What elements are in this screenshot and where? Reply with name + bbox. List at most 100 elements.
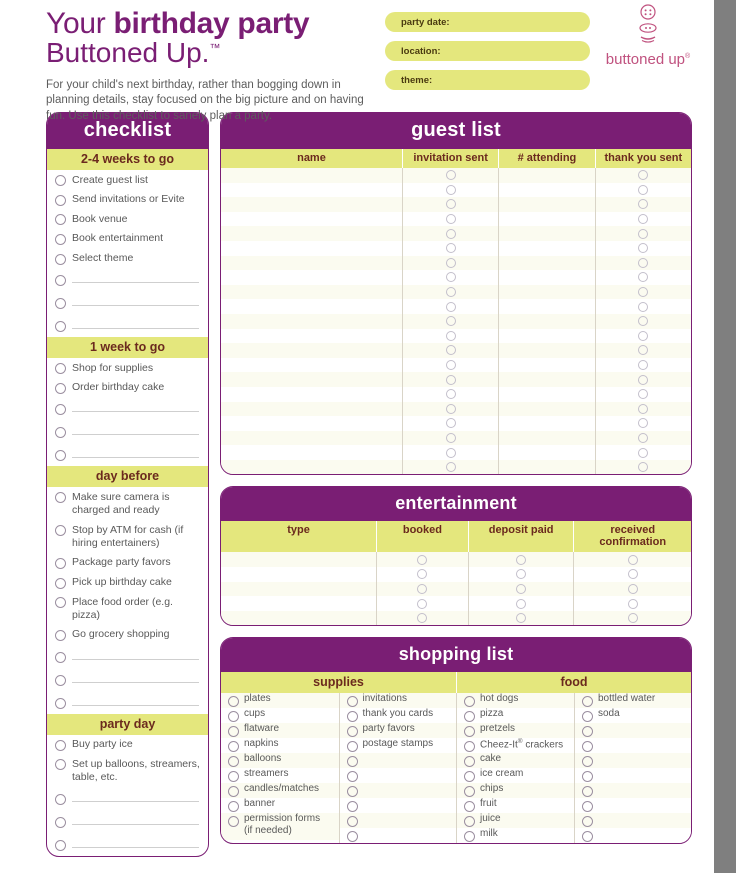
shopping-item[interactable]: thank you cards [339,708,456,724]
checkbox-circle-icon[interactable] [582,711,593,723]
checkbox-circle-icon[interactable] [582,756,593,768]
checkbox-circle-icon[interactable] [445,170,456,181]
table-cell[interactable] [498,197,594,212]
table-cell[interactable] [594,445,691,460]
checklist-blank-item[interactable] [47,810,208,833]
table-cell[interactable] [498,240,594,256]
checkbox-circle-icon[interactable] [464,786,475,798]
checkbox-circle-icon[interactable] [55,651,66,663]
checkbox-circle-icon[interactable] [638,403,649,414]
table-cell[interactable] [401,357,498,373]
table-cell[interactable] [594,459,691,475]
table-cell[interactable] [401,284,498,300]
shopping-blank-item[interactable] [339,798,456,814]
table-row[interactable] [221,343,691,358]
checklist-item[interactable]: Place food order (e.g. pizza) [47,592,208,625]
checkbox-circle-icon[interactable] [346,771,358,783]
write-in-line[interactable] [72,838,199,848]
checkbox-circle-icon[interactable] [582,726,593,738]
table-cell[interactable] [573,596,691,611]
table-cell[interactable] [401,416,498,431]
table-cell[interactable] [467,552,574,568]
checkbox-circle-icon[interactable] [445,374,456,385]
checklist-blank-item[interactable] [47,833,208,856]
table-cell[interactable] [498,386,594,402]
checkbox-circle-icon[interactable] [346,786,358,798]
checkbox-circle-icon[interactable] [582,801,593,813]
table-cell[interactable] [221,256,402,271]
table-cell[interactable] [401,182,498,198]
checkbox-circle-icon[interactable] [582,816,593,828]
table-cell[interactable] [221,460,402,475]
table-row[interactable] [221,240,691,256]
table-cell[interactable] [221,445,402,460]
field-party-date[interactable]: party date: [385,12,590,32]
shopping-blank-item[interactable] [575,723,691,739]
table-cell[interactable] [498,328,594,344]
checklist-item[interactable]: Create guest list [47,170,208,190]
checkbox-circle-icon[interactable] [516,583,527,594]
checkbox-circle-icon[interactable] [627,569,638,580]
checkbox-circle-icon[interactable] [464,831,475,843]
checkbox-circle-icon[interactable] [464,711,475,723]
table-cell[interactable] [594,211,691,227]
checkbox-circle-icon[interactable] [638,243,649,254]
checkbox-circle-icon[interactable] [346,696,358,708]
shopping-item[interactable]: banner [221,798,339,814]
table-cell[interactable] [401,343,498,358]
checkbox-circle-icon[interactable] [55,629,66,641]
table-row[interactable] [221,459,691,475]
table-cell[interactable] [594,328,691,344]
table-row[interactable] [221,416,691,431]
table-cell[interactable] [594,168,691,183]
table-row[interactable] [221,299,691,314]
table-cell[interactable] [573,610,691,626]
checkbox-circle-icon[interactable] [445,272,456,283]
checkbox-circle-icon[interactable] [228,756,239,768]
table-cell[interactable] [221,212,402,227]
table-cell[interactable] [221,387,402,402]
shopping-blank-item[interactable] [575,753,691,769]
table-cell[interactable] [594,430,691,446]
checkbox-circle-icon[interactable] [638,170,649,181]
table-cell[interactable] [221,226,402,241]
write-in-line[interactable] [72,402,199,413]
checkbox-circle-icon[interactable] [445,199,456,210]
checkbox-circle-icon[interactable] [638,257,649,268]
table-cell[interactable] [594,270,691,285]
table-cell[interactable] [401,168,498,183]
checkbox-circle-icon[interactable] [55,175,66,186]
checklist-item[interactable]: Package party favors [47,553,208,573]
checkbox-circle-icon[interactable] [346,816,358,828]
table-cell[interactable] [221,431,402,446]
table-cell[interactable] [376,552,468,568]
table-cell[interactable] [594,226,691,241]
checklist-item[interactable]: Pick up birthday cake [47,573,208,593]
write-in-line[interactable] [72,273,199,284]
write-in-line[interactable] [72,448,199,459]
table-cell[interactable] [467,567,574,582]
table-row[interactable] [221,270,691,285]
table-cell[interactable] [498,226,594,241]
table-cell[interactable] [498,270,594,285]
table-cell[interactable] [573,567,691,582]
checkbox-circle-icon[interactable] [228,726,239,738]
table-cell[interactable] [221,183,402,198]
write-in-line[interactable] [72,650,199,660]
table-cell[interactable] [594,343,691,358]
checkbox-circle-icon[interactable] [638,432,649,443]
shopping-blank-item[interactable] [575,738,691,754]
table-cell[interactable] [376,610,468,626]
table-row[interactable] [221,610,691,626]
shopping-item[interactable]: fruit [457,798,574,814]
checkbox-circle-icon[interactable] [638,345,649,356]
checklist-item[interactable]: Buy party ice [47,735,208,755]
table-row[interactable] [221,567,691,582]
checklist-item[interactable]: Select theme [47,249,208,269]
table-cell[interactable] [221,329,402,344]
table-row[interactable] [221,386,691,402]
checkbox-circle-icon[interactable] [638,214,649,225]
checkbox-circle-icon[interactable] [55,492,66,504]
checkbox-circle-icon[interactable] [346,741,358,753]
checkbox-circle-icon[interactable] [638,301,649,312]
